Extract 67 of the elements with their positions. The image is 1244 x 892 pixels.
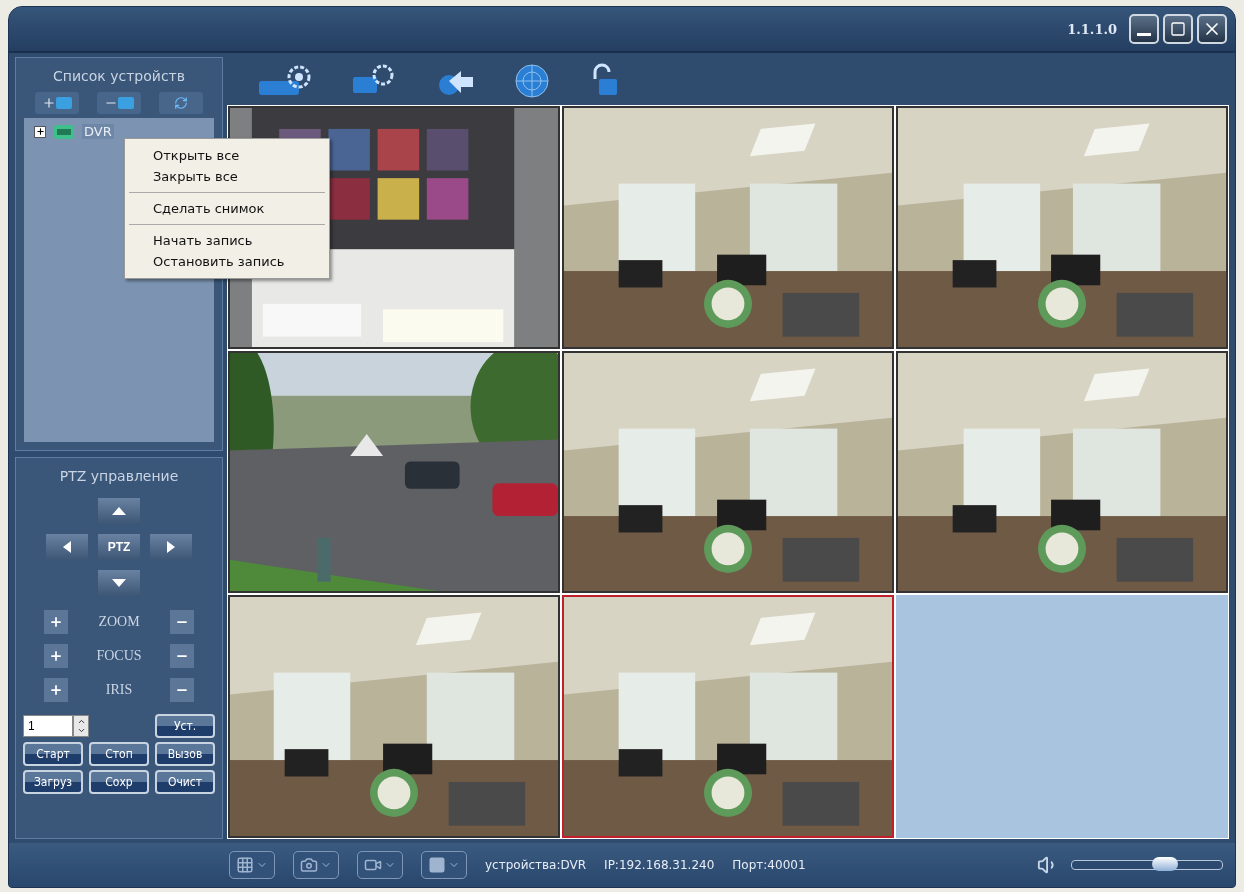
ptz-button[interactable]: PTZ	[98, 534, 140, 560]
volume-slider[interactable]	[1071, 860, 1223, 870]
slider-thumb[interactable]	[1152, 857, 1178, 871]
decrease-button[interactable]	[170, 644, 194, 668]
camera-icon	[300, 856, 318, 874]
video-cell[interactable]	[896, 595, 1228, 838]
dvr-icon	[54, 124, 74, 139]
increase-button[interactable]	[44, 678, 68, 702]
left-arrow-icon	[63, 541, 71, 553]
ptz-action-button[interactable]: Сохр	[89, 770, 149, 794]
right-arrow-icon	[167, 541, 175, 553]
menu-item[interactable]: Открыть все	[127, 145, 327, 166]
refresh-icon	[174, 96, 188, 110]
decrease-button[interactable]	[170, 610, 194, 634]
panel-title: PTZ управление	[59, 467, 179, 486]
port-status: Порт:40001	[732, 858, 806, 872]
up-button[interactable]	[98, 498, 140, 524]
ip-status: IP:192.168.31.240	[604, 858, 715, 872]
decrease-button[interactable]	[170, 678, 194, 702]
right-button[interactable]	[150, 534, 192, 560]
grid-icon	[236, 856, 254, 874]
add-device-button[interactable]	[35, 92, 79, 114]
layout-dropdown[interactable]	[229, 851, 275, 879]
control-label: FOCUS	[96, 648, 142, 664]
panel-title: Список устройств	[53, 67, 185, 86]
device-icon	[118, 97, 134, 109]
menu-item[interactable]: Начать запись	[127, 230, 327, 251]
minimize-button[interactable]	[1129, 14, 1159, 44]
set-button[interactable]: Уст.	[155, 714, 215, 738]
minimize-icon	[1137, 32, 1151, 36]
ptz-action-button[interactable]: Стоп	[89, 742, 149, 766]
rectangle-icon	[428, 856, 446, 874]
up-caret-icon	[76, 717, 86, 726]
radar-icon[interactable]	[513, 63, 551, 99]
control-label: ZOOM	[98, 614, 140, 630]
plus-icon	[49, 615, 63, 629]
down-caret-icon	[76, 726, 86, 735]
down-arrow-icon	[112, 579, 126, 587]
preset-field[interactable]: 1	[23, 715, 73, 737]
plus-icon	[42, 96, 56, 110]
ptz-action-button[interactable]: Очист	[155, 770, 215, 794]
maximize-button[interactable]	[1163, 14, 1193, 44]
version-label: 1.1.1.0	[1067, 21, 1117, 37]
spinner-control[interactable]	[73, 715, 89, 737]
device-status: устройства:DVR	[485, 858, 587, 872]
snapshot-dropdown[interactable]	[293, 851, 339, 879]
ptz-action-button[interactable]: Вызов	[155, 742, 215, 766]
ptz-action-button[interactable]: Загруз	[23, 770, 83, 794]
refresh-button[interactable]	[159, 92, 203, 114]
left-button[interactable]	[46, 534, 88, 560]
menu-item[interactable]: Сделать снимок	[127, 198, 327, 219]
menu-item[interactable]: Закрыть все	[127, 166, 327, 187]
increase-button[interactable]	[44, 610, 68, 634]
record-dropdown[interactable]	[357, 851, 403, 879]
control-label: IRIS	[105, 682, 133, 698]
down-button[interactable]	[98, 570, 140, 596]
plus-icon	[49, 683, 63, 697]
plus-icon	[49, 649, 63, 663]
display-dropdown[interactable]	[421, 851, 467, 879]
menu-item[interactable]: Остановить запись	[127, 251, 327, 272]
device-icon	[56, 97, 72, 109]
increase-button[interactable]	[44, 644, 68, 668]
close-button[interactable]	[1197, 14, 1227, 44]
ptz-action-button[interactable]: Старт	[23, 742, 83, 766]
maximize-icon	[1170, 21, 1186, 37]
expand-icon[interactable]	[34, 125, 46, 138]
up-arrow-icon	[112, 507, 126, 515]
